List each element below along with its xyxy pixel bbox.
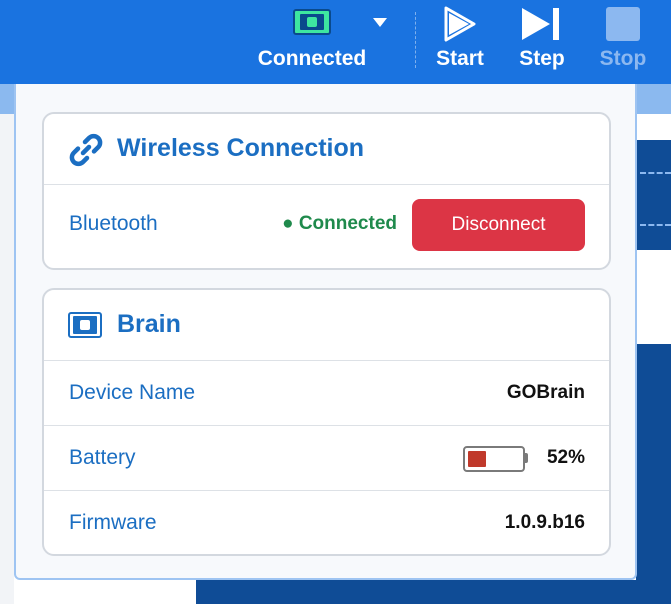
- device-name-value: GOBrain: [506, 382, 585, 403]
- play-icon: [443, 6, 477, 48]
- connection-button-label: Connected: [257, 47, 367, 70]
- wireless-connection-card: Wireless Connection Bluetooth ● Connecte…: [42, 112, 611, 270]
- brain-device-icon: [68, 312, 102, 343]
- firmware-row: Firmware 1.0.9.b16: [44, 491, 609, 554]
- step-button[interactable]: Step: [510, 0, 574, 84]
- brain-device-icon: [293, 6, 331, 42]
- battery-value: 52%: [546, 447, 585, 468]
- connection-button[interactable]: Connected: [252, 0, 372, 84]
- start-button[interactable]: Start: [430, 0, 490, 84]
- top-toolbar: Connected Start Step Stop: [0, 0, 671, 84]
- device-name-row: Device Name GOBrain: [44, 361, 609, 426]
- stop-button-label: Stop: [599, 47, 647, 70]
- brain-card-header: Brain: [44, 290, 609, 361]
- toolbar-separator: [415, 12, 416, 68]
- battery-icon: [463, 446, 528, 472]
- battery-tip: [525, 453, 528, 463]
- brain-card: Brain Device Name GOBrain Battery 52% Fi…: [42, 288, 611, 556]
- background-dash: [640, 172, 671, 174]
- bluetooth-label: Bluetooth: [69, 212, 158, 235]
- background-canvas-bottom: [636, 344, 671, 604]
- firmware-label: Firmware: [69, 511, 157, 534]
- wireless-card-title: Wireless Connection: [117, 134, 365, 162]
- device-name-label: Device Name: [69, 381, 196, 404]
- brain-card-title: Brain: [117, 310, 181, 338]
- bluetooth-row: Bluetooth ● Connected Disconnect: [44, 185, 609, 267]
- step-forward-icon: [520, 6, 564, 48]
- stop-icon: [605, 6, 641, 48]
- link-icon: [68, 132, 104, 173]
- start-button-label: Start: [436, 47, 484, 70]
- stop-button[interactable]: Stop: [594, 0, 652, 84]
- disconnect-button[interactable]: Disconnect: [412, 199, 585, 251]
- firmware-value: 1.0.9.b16: [504, 512, 585, 533]
- background-dash: [640, 224, 671, 226]
- battery-row: Battery 52%: [44, 426, 609, 491]
- caret-down-icon[interactable]: [372, 16, 388, 34]
- wireless-card-header: Wireless Connection: [44, 114, 609, 185]
- background-canvas-footer: [196, 580, 671, 604]
- battery-body: [463, 446, 525, 472]
- connection-status-badge: ● Connected: [282, 213, 397, 234]
- background-edge: [0, 114, 14, 604]
- battery-level-fill: [468, 451, 486, 467]
- connection-popup: Wireless Connection Bluetooth ● Connecte…: [14, 84, 637, 580]
- background-canvas-top: [636, 140, 671, 250]
- step-button-label: Step: [519, 47, 565, 70]
- battery-label: Battery: [69, 446, 136, 469]
